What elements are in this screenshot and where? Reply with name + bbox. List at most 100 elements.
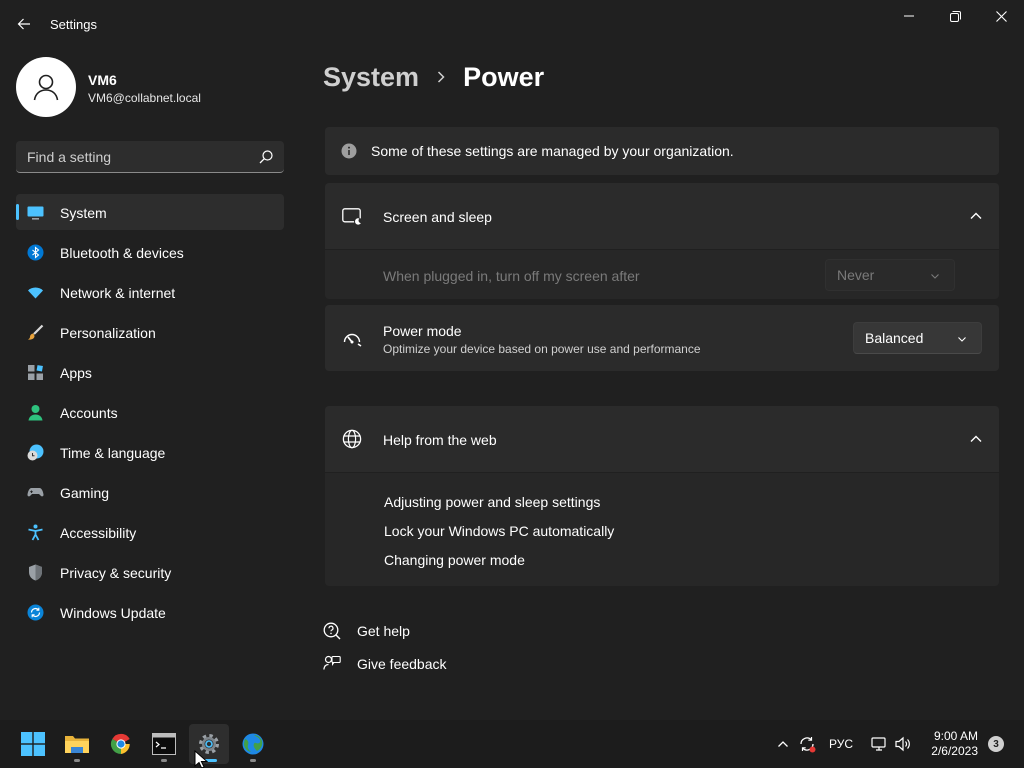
chevron-up-icon[interactable]: [969, 209, 983, 223]
chrome-icon: [110, 733, 130, 755]
windows-logo-icon: [21, 732, 45, 756]
restore-button[interactable]: [932, 0, 978, 32]
power-mode-title: Power mode: [383, 323, 462, 339]
get-help-label: Get help: [357, 623, 410, 639]
running-indicator: [74, 759, 80, 762]
help-link[interactable]: Lock your Windows PC automatically: [384, 523, 614, 539]
search-input[interactable]: [16, 141, 252, 172]
sync-status-button[interactable]: [796, 720, 818, 768]
sidebar-item-gaming[interactable]: Gaming: [16, 474, 284, 510]
sidebar-item-system[interactable]: System: [16, 194, 284, 230]
sidebar-item-label: Time & language: [60, 445, 166, 461]
mouse-pointer-icon: [194, 750, 208, 768]
screen-sleep-body: When plugged in, turn off my screen afte…: [325, 250, 999, 299]
screen-timeout-dropdown: Never: [825, 259, 955, 291]
get-help-link[interactable]: Get help: [323, 620, 410, 642]
power-mode-dropdown[interactable]: Balanced: [853, 322, 982, 354]
back-button[interactable]: [12, 12, 36, 36]
clock[interactable]: 9:00 AM 2/6/2023: [922, 729, 978, 759]
sidebar-item-bluetooth[interactable]: Bluetooth & devices: [16, 234, 284, 270]
sidebar-item-label: Gaming: [60, 485, 110, 501]
wifi-icon: [28, 287, 43, 299]
user-name: VM6: [88, 72, 117, 88]
arrow-left-icon: [17, 18, 30, 30]
sidebar-item-label: System: [60, 205, 107, 221]
sidebar-item-windows-update[interactable]: Windows Update: [16, 594, 284, 630]
help-link[interactable]: Changing power mode: [384, 552, 525, 568]
running-indicator: [161, 759, 167, 762]
language-indicator[interactable]: РУС: [826, 720, 856, 768]
sidebar-item-apps[interactable]: Apps: [16, 354, 284, 390]
help-link[interactable]: Adjusting power and sleep settings: [384, 494, 600, 510]
chevron-down-icon: [931, 274, 939, 279]
managed-banner: Some of these settings are managed by yo…: [325, 127, 999, 175]
clock-date: 2/6/2023: [931, 744, 978, 758]
sidebar-item-label: Windows Update: [60, 605, 166, 621]
update-icon: [27, 604, 44, 621]
sidebar-item-network[interactable]: Network & internet: [16, 274, 284, 310]
chevron-down-icon: [958, 337, 966, 342]
gamepad-icon: [27, 488, 44, 497]
taskbar: РУС 9:00 AM 2/6/2023: [0, 720, 1024, 768]
taskbar-terminal[interactable]: [144, 724, 184, 764]
sidebar-item-label: Accounts: [60, 405, 118, 421]
sidebar-nav: System Bluetooth & devices Network & int…: [16, 194, 284, 634]
banner-text: Some of these settings are managed by yo…: [371, 143, 734, 159]
show-hidden-icons-button[interactable]: [772, 720, 794, 768]
minimize-icon: [904, 15, 914, 17]
taskbar-chrome[interactable]: [101, 724, 141, 764]
screen-sleep-icon: [342, 208, 362, 226]
sidebar-item-personalization[interactable]: Personalization: [16, 314, 284, 350]
chevron-up-icon: [778, 741, 788, 747]
chevron-up-icon[interactable]: [969, 432, 983, 446]
app-title: Settings: [50, 17, 97, 32]
close-button[interactable]: [978, 0, 1024, 32]
running-indicator: [250, 759, 256, 762]
give-feedback-label: Give feedback: [357, 656, 447, 672]
user-email: VM6@collabnet.local: [88, 91, 201, 105]
title-bar: Settings: [0, 0, 1024, 48]
dropdown-value: Balanced: [865, 330, 924, 346]
brush-icon: [28, 324, 44, 340]
person-icon: [33, 74, 59, 101]
notification-badge[interactable]: 3: [988, 736, 1004, 752]
sidebar-item-label: Privacy & security: [60, 565, 172, 581]
volume-button[interactable]: [892, 720, 914, 768]
chevron-right-icon: [427, 60, 455, 94]
start-button[interactable]: [13, 724, 53, 764]
dropdown-value: Never: [837, 267, 875, 283]
system-icon: [27, 206, 44, 220]
person-icon: [28, 405, 43, 421]
help-links: Adjusting power and sleep settings Lock …: [325, 473, 999, 586]
bluetooth-icon: [27, 244, 44, 261]
taskbar-file-explorer[interactable]: [57, 724, 97, 764]
give-feedback-link[interactable]: Give feedback: [323, 653, 447, 675]
feedback-icon: [323, 655, 341, 670]
power-mode-card: Power mode Optimize your device based on…: [325, 305, 999, 371]
close-icon: [995, 10, 1007, 22]
restore-icon: [949, 10, 961, 22]
breadcrumb-parent[interactable]: System: [323, 62, 419, 93]
globe-icon: [342, 429, 362, 449]
sidebar-item-accessibility[interactable]: Accessibility: [16, 514, 284, 550]
page-title: Power: [463, 61, 545, 92]
help-from-web-header[interactable]: Help from the web: [325, 406, 999, 472]
taskbar-globe-app[interactable]: [233, 724, 273, 764]
sidebar-item-accounts[interactable]: Accounts: [16, 394, 284, 430]
search-icon[interactable]: [258, 149, 274, 165]
minimize-button[interactable]: [886, 0, 932, 32]
speedometer-icon: [343, 333, 362, 347]
sidebar-item-label: Accessibility: [60, 525, 137, 541]
accessibility-icon: [28, 524, 43, 541]
shield-icon: [29, 564, 42, 581]
sidebar-item-time-language[interactable]: Time & language: [16, 434, 284, 470]
sidebar-item-privacy-security[interactable]: Privacy & security: [16, 554, 284, 590]
clock-time: 9:00 AM: [933, 729, 978, 743]
terminal-icon: [152, 733, 176, 755]
breadcrumb: System Power: [323, 60, 544, 94]
avatar[interactable]: [16, 57, 76, 117]
power-mode-description: Optimize your device based on power use …: [383, 342, 701, 356]
folder-icon: [65, 736, 89, 753]
network-button[interactable]: [868, 720, 890, 768]
screen-sleep-header[interactable]: Screen and sleep: [325, 183, 999, 249]
